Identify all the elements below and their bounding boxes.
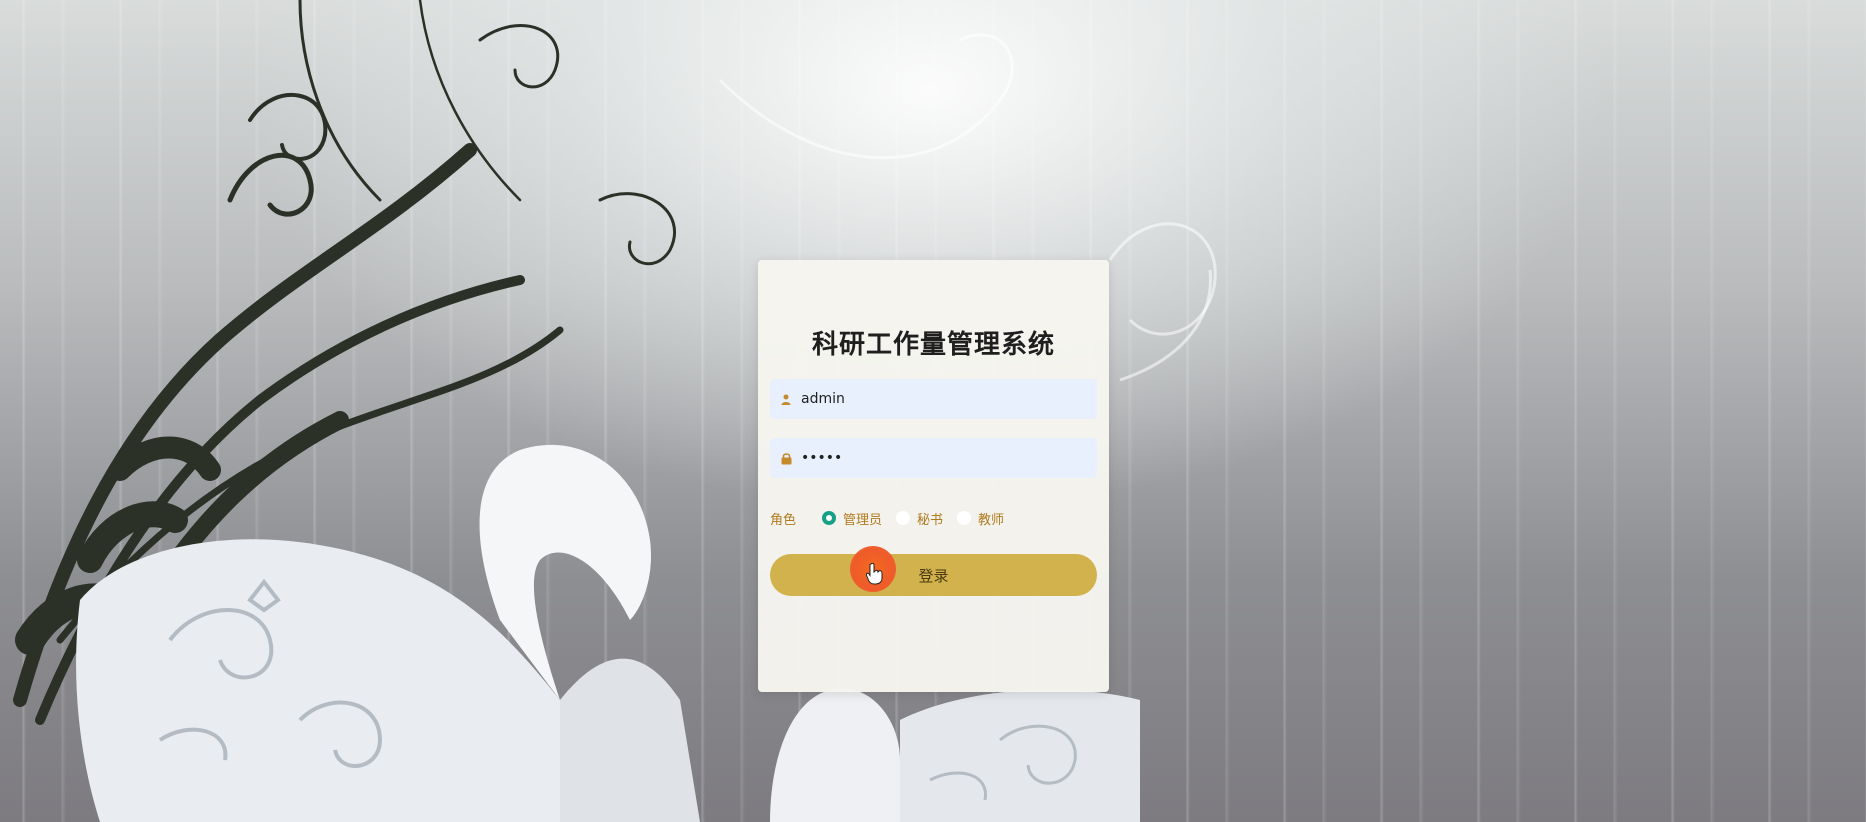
radio-checked-icon[interactable] <box>822 511 837 525</box>
role-option-teacher[interactable]: 教师 <box>957 509 1004 528</box>
role-option-secretary[interactable]: 秘书 <box>896 509 943 528</box>
password-field[interactable] <box>770 438 1097 478</box>
role-option-label: 秘书 <box>917 512 944 528</box>
radio-unchecked-icon[interactable] <box>896 511 911 525</box>
login-page: 科研工作量管理系统 角色 管理员 <box>0 0 1866 822</box>
page-title: 科研工作量管理系统 <box>811 330 1055 360</box>
login-button[interactable]: 登录 <box>770 554 1097 596</box>
left-swan-shape <box>76 444 700 822</box>
right-swan-shape <box>770 688 1140 822</box>
role-option-label: 教师 <box>978 512 1005 528</box>
lock-icon <box>779 451 793 465</box>
username-input[interactable] <box>801 384 1081 414</box>
user-icon <box>779 392 793 406</box>
username-field[interactable] <box>770 379 1097 419</box>
role-option-label: 管理员 <box>843 512 883 528</box>
radio-unchecked-icon[interactable] <box>957 511 972 525</box>
role-option-admin[interactable]: 管理员 <box>822 509 882 528</box>
role-selector: 角色 管理员 秘书 教师 <box>770 506 1018 530</box>
role-label: 角色 <box>770 512 797 528</box>
login-card: 科研工作量管理系统 角色 管理员 <box>758 260 1109 692</box>
password-input[interactable] <box>801 443 1081 473</box>
